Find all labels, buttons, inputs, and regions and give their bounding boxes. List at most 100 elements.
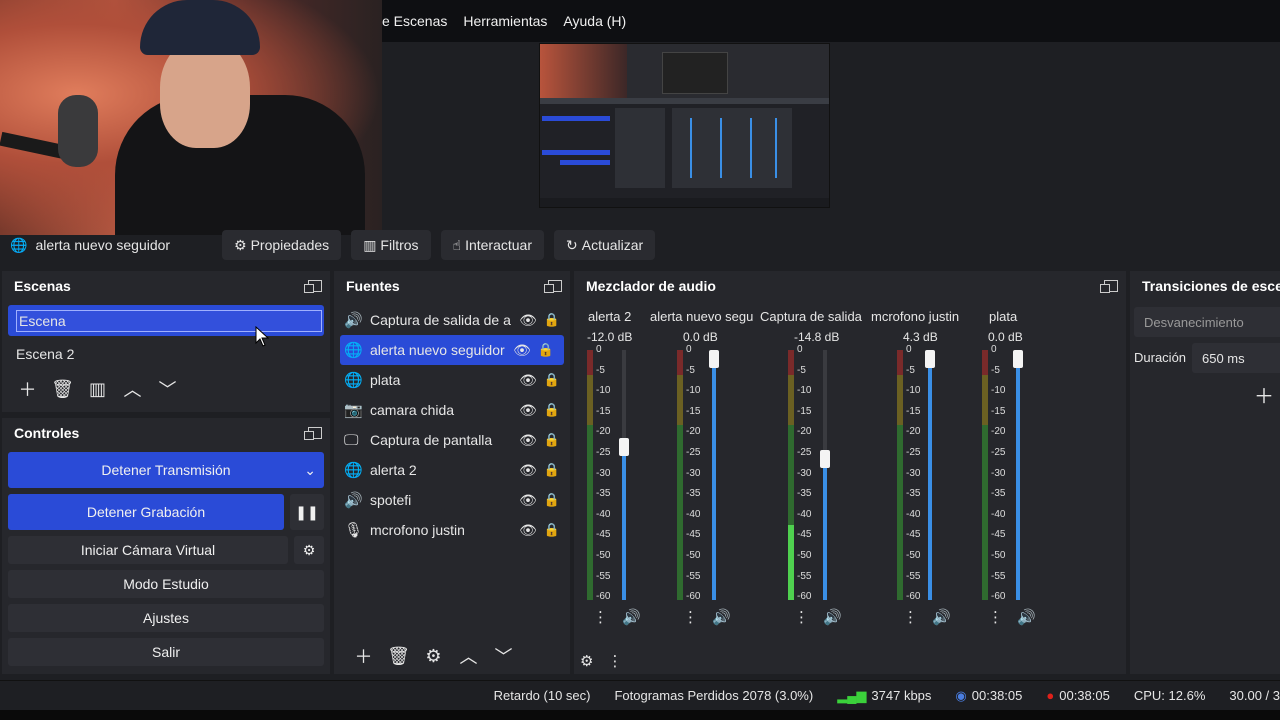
scene-rename-input[interactable]: Escena	[16, 309, 322, 332]
lock-icon[interactable]: 🔒	[542, 432, 562, 448]
filter-icon[interactable]: ▥	[80, 375, 115, 403]
lock-icon[interactable]: 🔒	[536, 342, 556, 358]
delay-status: Retardo (10 sec)	[493, 688, 591, 703]
trash-icon[interactable]: 🗑	[45, 375, 80, 403]
fader-handle[interactable]	[925, 350, 935, 368]
add-icon[interactable]: ＋	[1254, 380, 1274, 409]
menu-dots-icon[interactable]: ⋮	[683, 608, 698, 626]
properties-button[interactable]: ⚙ Propiedades	[222, 230, 342, 260]
eye-icon[interactable]: 👁	[508, 342, 536, 359]
controls-dock: Controles Detener Transmisión ⌄ Detener …	[2, 418, 330, 674]
meter-tick-label: 0	[596, 344, 602, 355]
speaker-icon: 🔊	[344, 492, 363, 509]
chevron-down-icon[interactable]: ﹀	[486, 642, 521, 670]
volume-fader[interactable]	[1013, 350, 1023, 600]
eye-icon[interactable]: 👁	[514, 312, 542, 329]
fader-handle[interactable]	[820, 449, 830, 468]
lock-icon[interactable]: 🔒	[542, 402, 562, 418]
eye-icon[interactable]: 👁	[514, 492, 542, 509]
menu-help[interactable]: Ayuda (H)	[563, 13, 626, 29]
context-source: 🌐 alerta nuevo seguidor	[0, 237, 222, 254]
meter-tick-label: -25	[686, 446, 701, 458]
speaker-icon[interactable]: 🔊	[823, 608, 842, 626]
transition-select[interactable]: Desvanecimiento	[1134, 307, 1280, 337]
speaker-icon[interactable]: 🔊	[622, 608, 641, 626]
speaker-icon[interactable]: 🔊	[712, 608, 731, 626]
add-icon[interactable]: ＋	[10, 375, 45, 403]
eye-icon[interactable]: 👁	[514, 402, 542, 419]
source-item[interactable]: 🌐 alerta 2 👁 🔒	[334, 455, 570, 485]
undock-icon[interactable]	[544, 280, 562, 293]
gear-icon[interactable]: ⚙	[416, 642, 451, 670]
lock-icon[interactable]: 🔒	[542, 312, 562, 328]
mixer-toolbar: ⚙ ⋮	[580, 652, 622, 670]
menu-dots-icon[interactable]: ⋮	[794, 608, 809, 626]
exit-button[interactable]: Salir	[8, 638, 324, 666]
studio-mode-button[interactable]: Modo Estudio	[8, 570, 324, 598]
scene-item[interactable]: Escena	[8, 305, 324, 336]
virtual-camera-button[interactable]: Iniciar Cámara Virtual	[8, 536, 288, 564]
source-list: 🔊 Captura de salida de a 👁 🔒 🌐 alerta nuevo s…	[334, 305, 570, 545]
volume-fader[interactable]	[820, 350, 830, 600]
lock-icon[interactable]: 🔒	[542, 462, 562, 478]
eye-icon[interactable]: 👁	[514, 432, 542, 449]
source-item[interactable]: 🔊 spotefi 👁 🔒	[334, 485, 570, 515]
context-source-name: alerta nuevo seguidor	[35, 237, 171, 253]
undock-icon[interactable]	[304, 427, 322, 440]
fader-handle[interactable]	[619, 438, 629, 457]
gear-icon[interactable]: ⚙	[294, 536, 324, 564]
preview-canvas[interactable]	[539, 43, 830, 208]
gears-icon[interactable]: ⚙	[580, 652, 593, 670]
eye-icon[interactable]: 👁	[514, 522, 542, 539]
taskbar	[0, 710, 1280, 720]
menu-dots-icon[interactable]: ⋮	[593, 608, 608, 626]
source-item[interactable]: 🖵 Captura de pantalla 👁 🔒	[334, 425, 570, 455]
fader-fill	[712, 350, 716, 600]
interact-button[interactable]: ☝ Interactuar	[440, 230, 545, 260]
trash-icon[interactable]: 🗑	[381, 642, 416, 670]
meter-tick-label: -5	[991, 364, 1000, 376]
source-item[interactable]: 🌐 alerta nuevo seguidor 👁 🔒	[340, 335, 564, 365]
chevron-up-icon[interactable]: ︿	[451, 642, 486, 670]
meter-scale: 0 -5 -10 -15 -20 -25 -30 -35 -40 -45 -50 -55 -60	[906, 340, 920, 608]
chevron-down-icon[interactable]: ﹀	[150, 375, 185, 403]
source-item[interactable]: 📷 camara chida 👁 🔒	[334, 395, 570, 425]
chevron-up-icon[interactable]: ︿	[115, 375, 150, 403]
fader-handle[interactable]	[709, 350, 719, 368]
record-icon: ●	[1046, 688, 1055, 703]
menu-dots-icon[interactable]: ⋮	[988, 608, 1003, 626]
source-item[interactable]: 🎙 mcrofono justin 👁 🔒	[334, 515, 570, 545]
source-item[interactable]: 🌐 plata 👁 🔒	[334, 365, 570, 395]
speaker-icon[interactable]: 🔊	[1017, 608, 1036, 626]
source-item[interactable]: 🔊 Captura de salida de a 👁 🔒	[334, 305, 570, 335]
volume-fader[interactable]	[709, 350, 719, 600]
undock-icon[interactable]	[304, 280, 322, 293]
fader-handle[interactable]	[1013, 350, 1023, 368]
pause-icon[interactable]: ❚❚	[290, 494, 324, 530]
speaker-icon[interactable]: 🔊	[932, 608, 951, 626]
menu-tools[interactable]: Herramientas	[463, 13, 547, 29]
lock-icon[interactable]: 🔒	[542, 372, 562, 388]
eye-icon[interactable]: 👁	[514, 372, 542, 389]
settings-button[interactable]: Ajustes	[8, 604, 324, 632]
lock-icon[interactable]: 🔒	[542, 522, 562, 538]
menu-dots-icon[interactable]: ⋮	[903, 608, 918, 626]
volume-fader[interactable]	[925, 350, 935, 600]
stop-record-button[interactable]: Detener Grabación	[8, 494, 284, 530]
eye-icon[interactable]: 👁	[514, 462, 542, 479]
stop-stream-button[interactable]: Detener Transmisión ⌄	[8, 452, 324, 488]
source-label: spotefi	[370, 492, 412, 508]
filters-button[interactable]: ▥ Filtros	[351, 230, 431, 260]
menu-scenes[interactable]: e Escenas	[382, 13, 447, 29]
scene-item[interactable]: Escena 2	[8, 338, 324, 369]
add-icon[interactable]: ＋	[346, 642, 381, 670]
lock-icon[interactable]: 🔒	[542, 492, 562, 508]
undock-icon[interactable]	[1100, 280, 1118, 293]
duration-input[interactable]: 650 ms	[1192, 343, 1280, 373]
meter-tick-label: -5	[686, 364, 695, 376]
menu-dots-icon[interactable]: ⋮	[607, 652, 622, 670]
volume-fader[interactable]	[619, 350, 629, 600]
channel-name: Captura de salida	[760, 309, 862, 324]
refresh-button[interactable]: ↻ Actualizar	[554, 230, 656, 260]
chevron-down-icon[interactable]: ⌄	[304, 462, 316, 479]
